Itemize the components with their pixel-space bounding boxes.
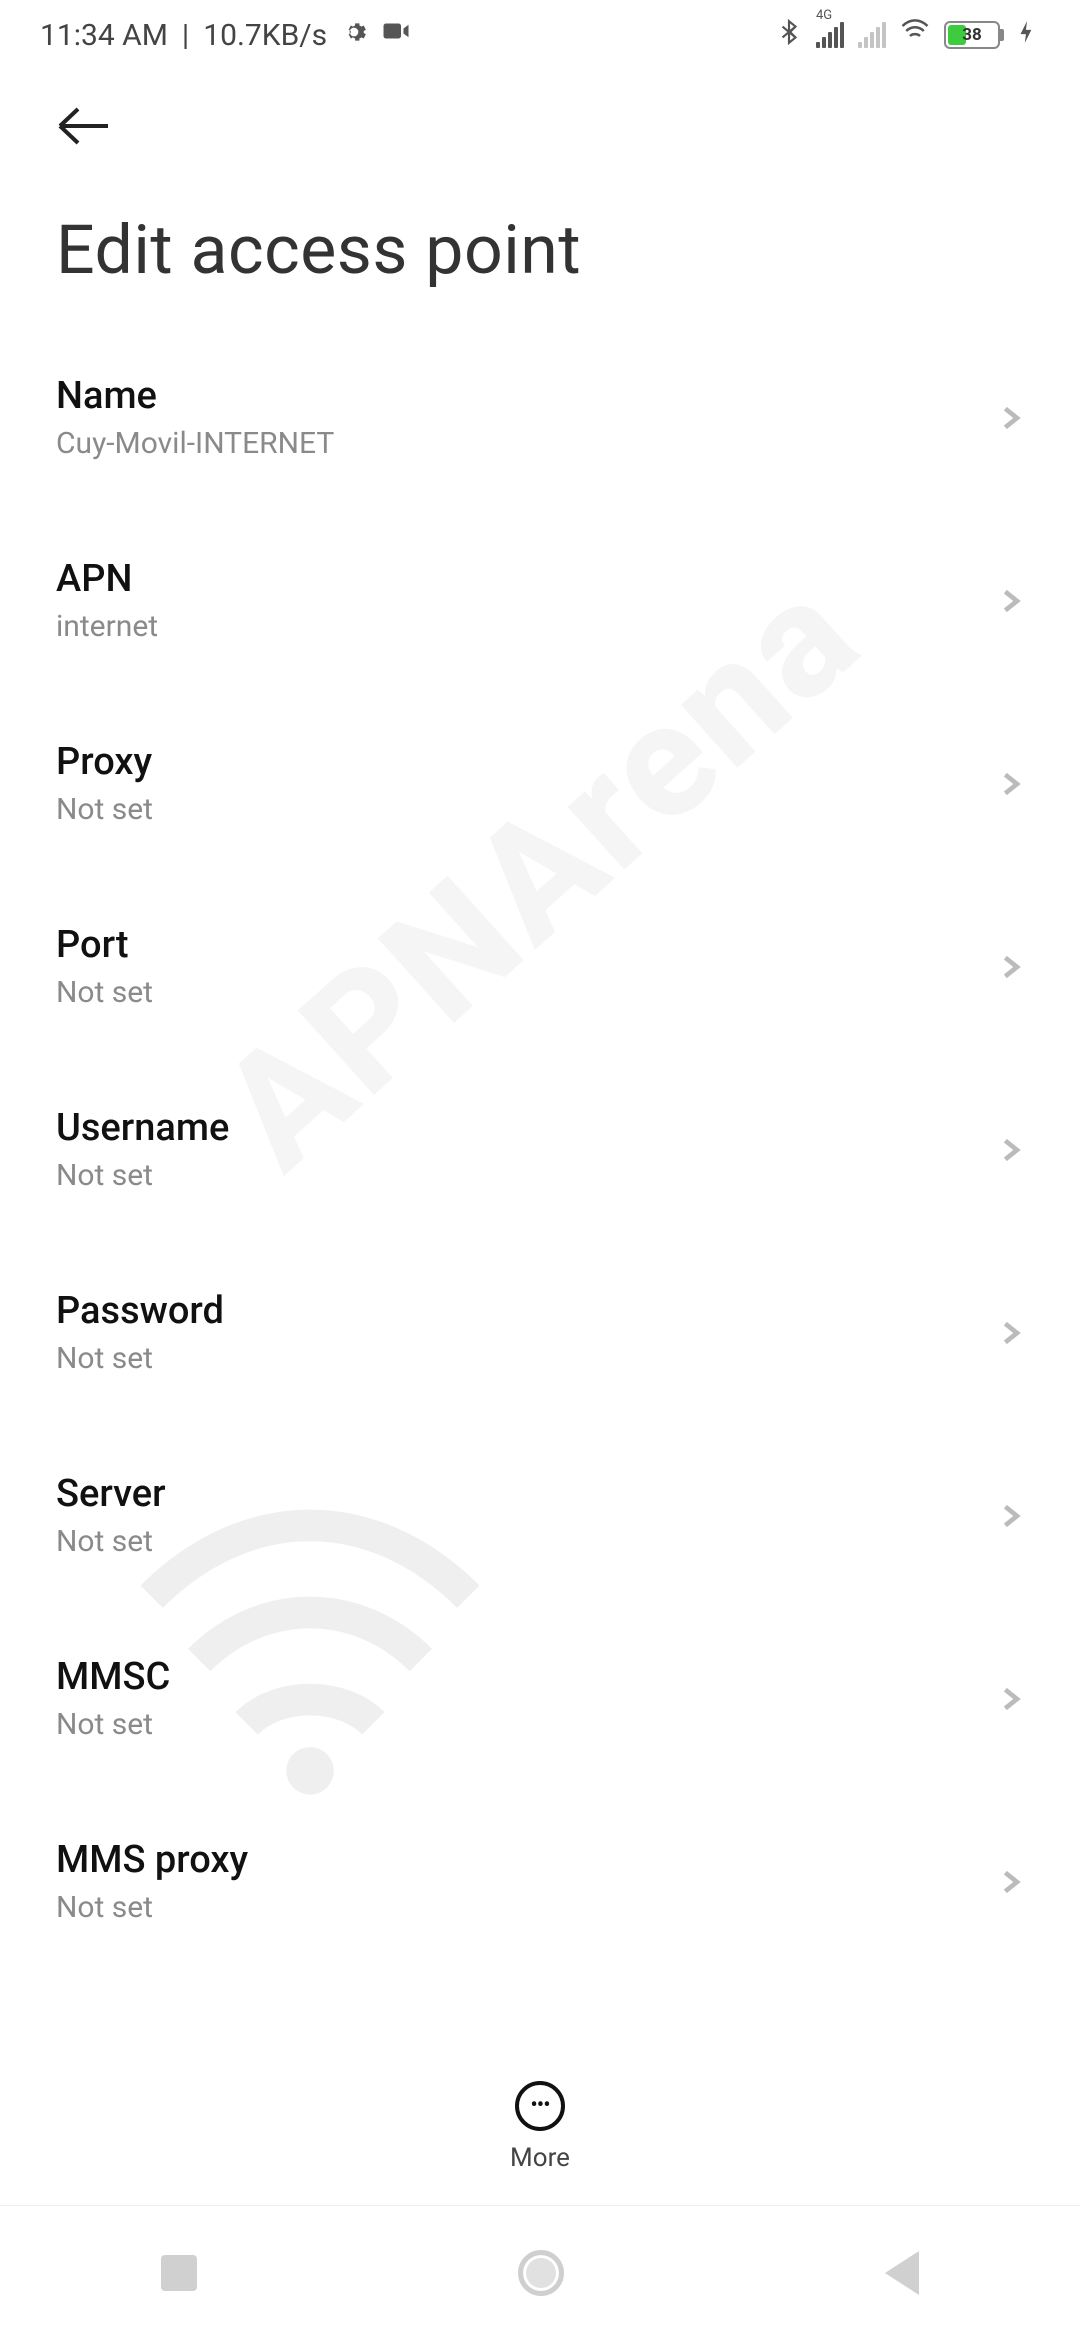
battery-icon: 38 [944, 21, 1000, 49]
field-value: Not set [56, 792, 996, 827]
more-icon: ••• [515, 2081, 565, 2131]
status-separator: | [182, 18, 189, 53]
status-bar: 11:34 AM | 10.7KB/s 4G [0, 0, 1080, 70]
field-port[interactable]: Port Not set [0, 875, 1080, 1058]
field-label: MMS proxy [56, 1838, 996, 1882]
chevron-right-icon [996, 587, 1024, 615]
bluetooth-icon [776, 18, 802, 53]
field-value: Not set [56, 1524, 996, 1559]
chevron-right-icon [996, 770, 1024, 798]
field-label: Name [56, 374, 996, 418]
wifi-icon [900, 16, 930, 54]
field-label: APN [56, 557, 996, 601]
field-name[interactable]: Name Cuy-Movil-INTERNET [0, 326, 1080, 509]
chevron-right-icon [996, 1136, 1024, 1164]
nav-home-button[interactable] [518, 2250, 564, 2296]
field-value: Not set [56, 975, 996, 1010]
field-value: Not set [56, 1707, 996, 1742]
field-password[interactable]: Password Not set [0, 1241, 1080, 1424]
field-value: internet [56, 609, 996, 644]
status-time: 11:34 AM [40, 18, 168, 53]
field-label: Password [56, 1289, 996, 1333]
status-net-speed: 10.7KB/s [203, 18, 327, 53]
signal-bars-nosim-icon [858, 22, 886, 48]
chevron-right-icon [996, 953, 1024, 981]
field-server[interactable]: Server Not set [0, 1424, 1080, 1607]
field-apn[interactable]: APN internet [0, 509, 1080, 692]
gear-icon [341, 18, 367, 53]
signal-bars-4g-icon: 4G [816, 22, 844, 48]
field-value: Cuy-Movil-INTERNET [56, 426, 996, 461]
chevron-right-icon [996, 1685, 1024, 1713]
field-label: Port [56, 923, 996, 967]
chevron-right-icon [996, 1868, 1024, 1896]
chevron-right-icon [996, 1319, 1024, 1347]
field-label: Server [56, 1472, 996, 1516]
field-value: Not set [56, 1158, 996, 1193]
chevron-right-icon [996, 404, 1024, 432]
field-label: Proxy [56, 740, 996, 784]
field-label: Username [56, 1106, 996, 1150]
more-label: More [0, 2143, 1080, 2173]
field-mms-proxy[interactable]: MMS proxy Not set [0, 1790, 1080, 1973]
field-label: MMSC [56, 1655, 996, 1699]
charging-icon [1014, 18, 1040, 53]
field-value: Not set [56, 1890, 996, 1925]
page-title: Edit access point [0, 180, 1080, 326]
back-button[interactable] [56, 96, 116, 156]
field-mmsc[interactable]: MMSC Not set [0, 1607, 1080, 1790]
nav-back-button[interactable] [885, 2251, 919, 2295]
camera-icon [381, 16, 411, 54]
system-nav-bar [0, 2205, 1080, 2340]
more-button[interactable]: ••• More [0, 2081, 1080, 2173]
field-username[interactable]: Username Not set [0, 1058, 1080, 1241]
field-value: Not set [56, 1341, 996, 1376]
field-proxy[interactable]: Proxy Not set [0, 692, 1080, 875]
settings-list: Name Cuy-Movil-INTERNET APN internet Pro… [0, 326, 1080, 1973]
chevron-right-icon [996, 1502, 1024, 1530]
nav-recents-button[interactable] [161, 2255, 197, 2291]
